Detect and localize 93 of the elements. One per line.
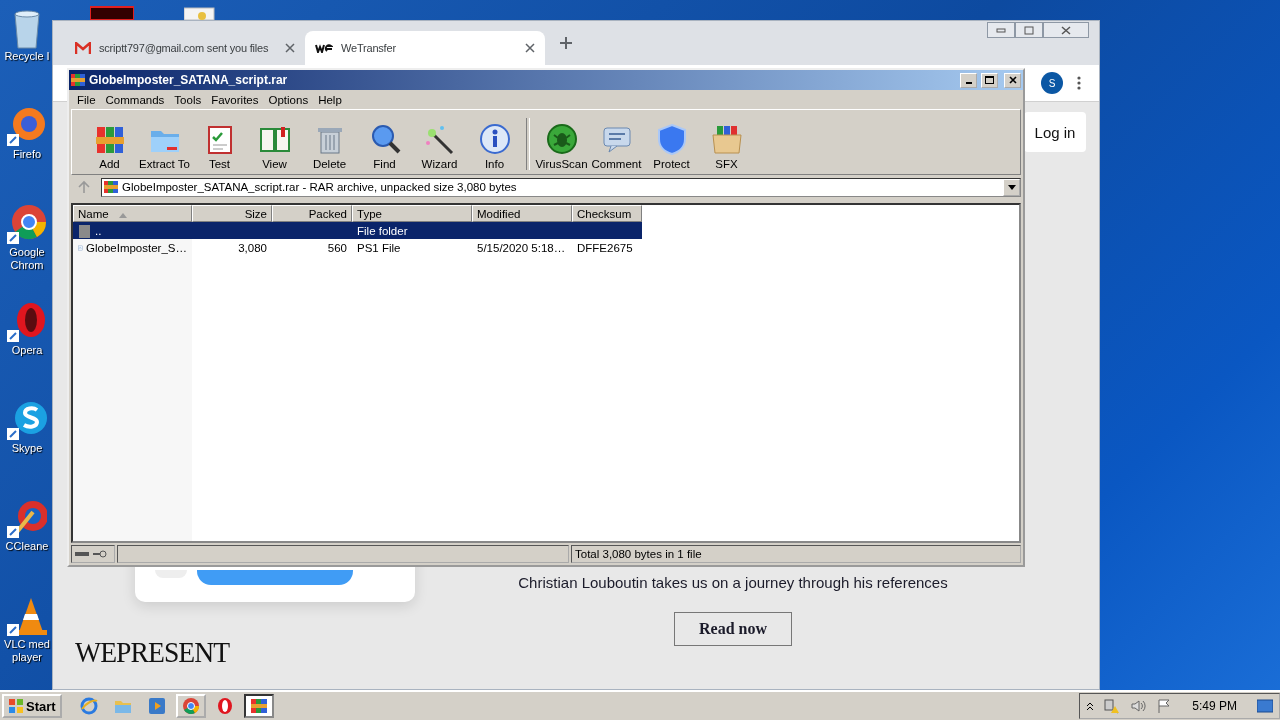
desktop-icon-label[interactable]: Firefo	[0, 148, 54, 161]
restore-icon	[1024, 25, 1034, 35]
bug-scan-icon	[545, 123, 578, 155]
winrar-icon	[249, 697, 268, 715]
toolbar-button[interactable]: SFX	[699, 123, 754, 170]
network-icon	[1104, 698, 1121, 714]
file-row[interactable]: GlobeImposter_S… 3,080 560 PS1 File 5/15/2020 5:18… DFFE2675	[73, 239, 642, 256]
toolbar-button[interactable]: View	[247, 123, 302, 170]
file-name[interactable]: ..	[95, 224, 102, 237]
folder-up-icon	[78, 223, 92, 238]
close-icon	[1008, 76, 1017, 84]
close-icon	[285, 43, 295, 53]
archive-icon	[104, 180, 118, 194]
chrome-icon	[7, 202, 47, 246]
menu-item[interactable]: Favorites	[207, 93, 263, 106]
table-cell: 5/15/2020 5:18…	[477, 241, 566, 254]
table-cell: DFFE2675	[577, 241, 633, 254]
restore-button[interactable]	[1015, 22, 1043, 38]
menu-item[interactable]: Tools	[170, 93, 206, 106]
sort-icon	[118, 212, 127, 218]
desktop-icon-label[interactable]: Opera	[0, 344, 54, 357]
status-text: Total 3,080 bytes in 1 file	[575, 548, 702, 560]
toolbar-button[interactable]: VirusScan	[534, 123, 589, 170]
plus-icon	[559, 36, 573, 50]
column-header[interactable]: Modified	[472, 205, 572, 222]
taskbar-app-button[interactable]	[243, 694, 274, 718]
menu-item[interactable]: File	[73, 93, 100, 106]
column-header[interactable]: Packed	[272, 205, 352, 222]
dropdown-icon	[1007, 184, 1016, 190]
media-player-icon	[147, 697, 166, 715]
browser-tab[interactable]: scriptt797@gmail.com sent you files	[65, 31, 305, 65]
desktop-icon-label[interactable]: Skype	[0, 442, 54, 455]
toolbar-button[interactable]: Protect	[644, 123, 699, 170]
toolbar-button[interactable]: Wizard	[412, 123, 467, 170]
minimize-icon	[996, 27, 1006, 33]
toolbar-button[interactable]: Info	[467, 123, 522, 170]
browser-tab[interactable]: WeTransfer	[305, 31, 545, 65]
address-field[interactable]: GlobeImposter_SATANA_script.rar - RAR archive, unpacked size 3,080 bytes	[101, 177, 1021, 197]
column-header[interactable]: Checksum	[572, 205, 642, 222]
profile-avatar[interactable]: S	[1041, 72, 1063, 94]
magic-wand-icon	[423, 123, 456, 155]
desktop-icon-label[interactable]: CCleane	[0, 540, 54, 553]
brand-logo: WEPRESENT	[75, 635, 230, 669]
info-icon	[478, 123, 511, 155]
window-title: GlobeImposter_SATANA_script.rar	[89, 73, 289, 87]
key-icon	[93, 550, 107, 558]
file-row[interactable]: .. File folder	[73, 222, 642, 239]
table-cell: 560	[327, 241, 347, 254]
column-header[interactable]: Type	[352, 205, 472, 222]
file-name[interactable]: GlobeImposter_S…	[86, 241, 187, 254]
toolbar-button[interactable]: Test	[192, 123, 247, 170]
login-button[interactable]: Log in	[1024, 112, 1086, 152]
menu-item[interactable]: Help	[314, 93, 346, 106]
column-header[interactable]: Size	[192, 205, 272, 222]
drive-icon	[75, 551, 89, 557]
desktop-icon-label[interactable]: Recycle I	[0, 50, 54, 63]
internet-explorer-icon	[79, 697, 98, 715]
close-icon	[525, 43, 535, 53]
show-desktop-icon	[1257, 699, 1273, 713]
toolbar-button[interactable]: Extract To	[137, 123, 192, 170]
send-button[interactable]	[197, 570, 353, 585]
toolbar-button[interactable]: Find	[357, 123, 412, 170]
read-now-button[interactable]: Read now	[674, 612, 792, 646]
table-cell: 3,080	[238, 241, 267, 254]
headline-text: Christian Louboutin takes us on a journey through his references	[517, 574, 949, 591]
maximize-button[interactable]	[981, 72, 998, 88]
table-cell: File folder	[357, 224, 408, 237]
windows-logo-icon	[8, 698, 24, 714]
wetransfer-icon	[315, 43, 333, 53]
winrar-icon	[71, 73, 85, 87]
gmail-icon	[75, 42, 91, 54]
menu-item[interactable]: Options	[264, 93, 313, 106]
menu-item[interactable]: Commands	[101, 93, 169, 106]
speaker-icon	[1130, 698, 1147, 714]
clock: 5:49 PM	[1192, 699, 1237, 713]
desktop-icon-label[interactable]: VLC med player	[0, 638, 54, 664]
toolbar-button[interactable]: Comment	[589, 123, 644, 170]
column-header[interactable]: Name	[73, 205, 192, 222]
toolbar-button[interactable]: Delete	[302, 123, 357, 170]
shield-icon	[655, 123, 688, 155]
toolbar-button[interactable]: Add	[82, 123, 137, 170]
chevron-up-icon	[1086, 701, 1095, 711]
maximize-icon	[985, 76, 994, 84]
menu-icon	[1077, 75, 1081, 91]
opera-icon	[7, 300, 47, 344]
box-icon	[710, 123, 743, 155]
close-icon	[1061, 25, 1071, 35]
chrome-icon	[181, 697, 200, 715]
opera-icon	[215, 697, 234, 715]
up-arrow-icon	[77, 180, 91, 194]
desktop-icon-label[interactable]: Google Chrom	[0, 246, 54, 272]
start-button[interactable]: Start	[2, 694, 62, 718]
table-cell: PS1 File	[357, 241, 401, 254]
